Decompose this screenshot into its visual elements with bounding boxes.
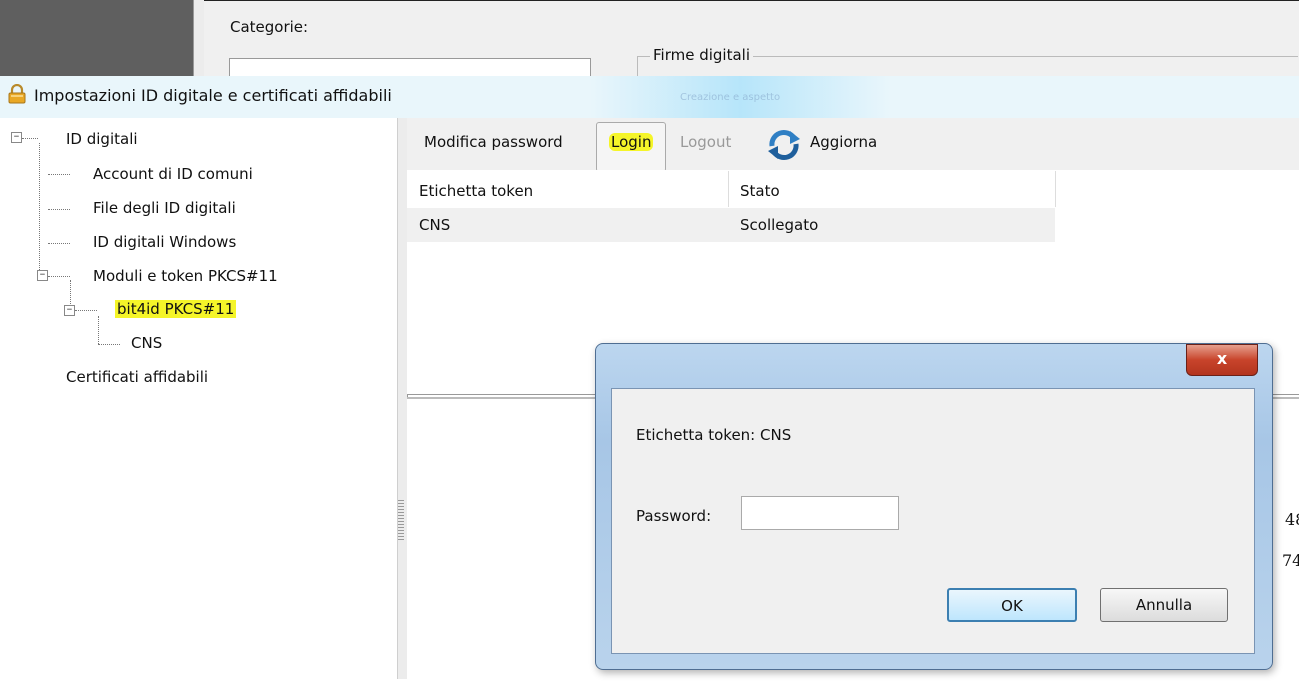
detail-partial-text: 74 [1282,551,1299,570]
background-dark-panel [0,0,193,76]
column-header-stato[interactable]: Stato [740,182,780,200]
tree-collapse-icon[interactable]: − [37,270,48,281]
tree-item-id-digitali[interactable]: ID digitali [66,130,138,148]
aggiorna-button[interactable]: Aggiorna [810,133,877,151]
table-row[interactable] [407,208,1055,242]
column-header-etichetta[interactable]: Etichetta token [419,182,533,200]
close-icon[interactable]: x [1186,344,1258,376]
cancel-button[interactable]: Annulla [1100,588,1228,622]
table-header-row [407,171,1299,207]
background-group-title: Firme digitali [650,46,754,64]
table-cell-token: CNS [419,216,451,234]
tree-collapse-icon[interactable]: − [64,305,75,316]
tree-item-id-digitali-windows[interactable]: ID digitali Windows [93,233,236,251]
tree-collapse-icon[interactable]: − [11,132,22,143]
logout-button[interactable]: Logout [680,133,731,151]
tree-item-certificati-affidabili[interactable]: Certificati affidabili [66,368,208,386]
tree-item-moduli-token[interactable]: Moduli e token PKCS#11 [93,267,278,285]
tree-item-file-id-digitali[interactable]: File degli ID digitali [93,199,236,217]
tree-item-bit4id[interactable]: bit4id PKCS#11 [115,300,237,318]
table-cell-status: Scollegato [740,216,819,234]
lock-icon [8,84,26,104]
tree-item-account-id-comuni[interactable]: Account di ID comuni [93,165,253,183]
tree-item-cns[interactable]: CNS [131,334,162,352]
background-categories-label: Categorie: [230,18,309,36]
password-field[interactable] [741,496,899,530]
token-label: Etichetta token: CNS [636,426,792,444]
password-label: Password: [636,507,712,525]
splitter-grip[interactable] [398,500,404,540]
login-button[interactable]: Login [596,122,666,172]
ok-button[interactable]: OK [947,588,1077,622]
background-blurred-text: Creazione e aspetto [680,92,781,103]
dialog-title: Impostazioni ID digitale e certificati a… [34,86,392,105]
modifica-password-button[interactable]: Modifica password [424,133,563,151]
refresh-icon[interactable] [764,128,804,162]
tree-item-bit4id-label: bit4id PKCS#11 [115,300,237,318]
detail-partial-text: 48 [1285,510,1299,529]
login-button-label: Login [609,133,654,151]
